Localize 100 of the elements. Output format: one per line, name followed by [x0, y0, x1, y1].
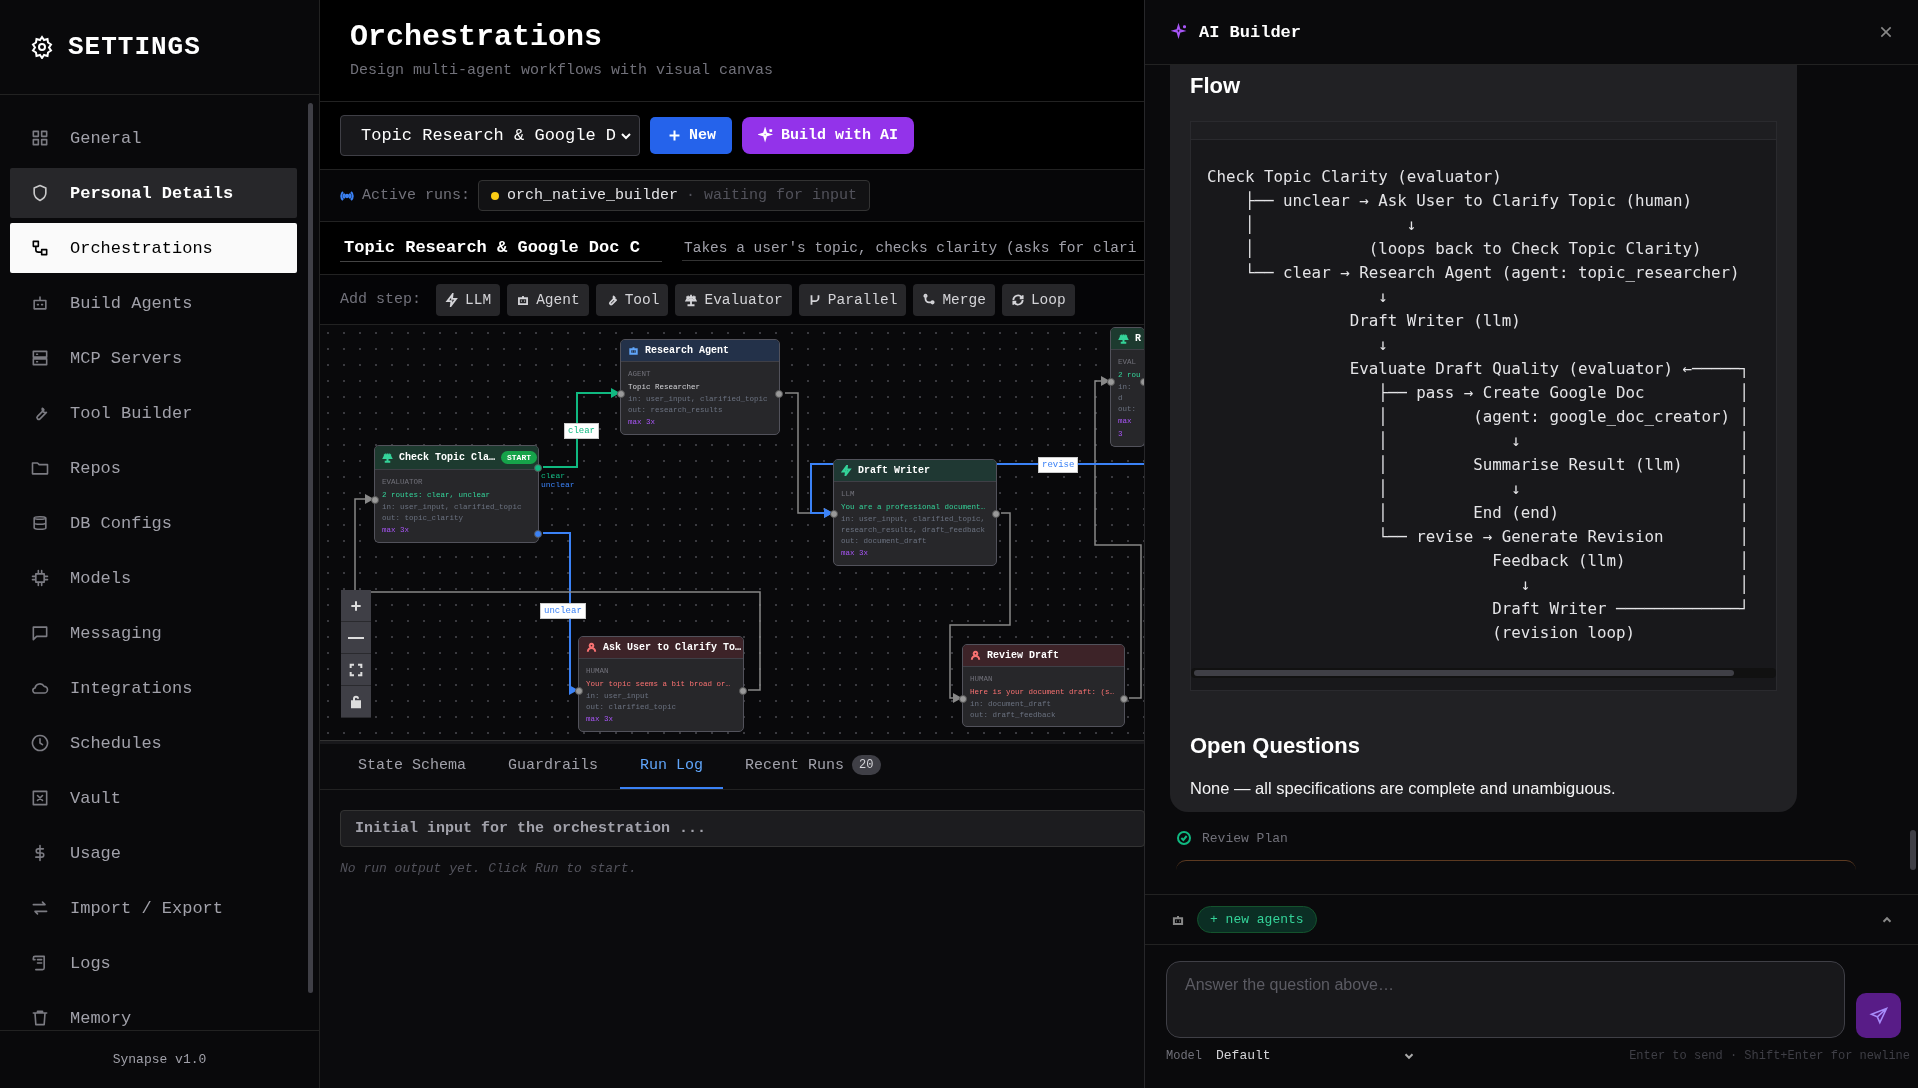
server-icon	[30, 348, 50, 368]
sidebar-item[interactable]: Build Agents	[10, 278, 297, 328]
output-handle[interactable]	[534, 464, 542, 472]
scrollbar[interactable]	[308, 103, 313, 993]
input-handle[interactable]	[830, 510, 838, 518]
flow-line: ├── unclear → Ask User to Clarify Topic (human)	[1244, 190, 1694, 212]
output-handle[interactable]	[1120, 695, 1128, 703]
flow-line: Evaluate Draft Quality (evaluator) ←─────┐	[1348, 358, 1751, 380]
scrollbar[interactable]	[1191, 668, 1776, 678]
output-handle[interactable]	[992, 510, 1000, 518]
input-handle[interactable]	[575, 687, 583, 695]
new-button[interactable]: New	[650, 117, 732, 154]
add-step-button[interactable]: Merge	[913, 283, 995, 316]
add-step-button[interactable]: LLM	[436, 283, 501, 316]
flow-line: Feedback (llm) │	[1491, 550, 1751, 572]
flow-line: ↓	[1377, 334, 1389, 356]
close-icon[interactable]	[1878, 24, 1894, 40]
agent-chip[interactable]: + new agents	[1197, 906, 1317, 933]
sidebar-item[interactable]: Usage	[10, 828, 297, 878]
input-handle[interactable]	[1107, 378, 1115, 386]
output-handle[interactable]	[775, 390, 783, 398]
flow-line: Draft Writer (llm)	[1348, 310, 1522, 332]
empty-message: No run output yet. Click Run to start.	[340, 861, 638, 876]
sidebar-item[interactable]: DB Configs	[10, 498, 297, 548]
route-label: clear	[541, 471, 566, 480]
node-title: Review Draft	[987, 650, 1059, 661]
orchestration-select[interactable]: Topic Research & Google D	[340, 115, 640, 156]
name-field[interactable]: Topic Research & Google Doc C	[340, 234, 662, 262]
arrows-icon	[30, 898, 50, 918]
input-handle[interactable]	[959, 695, 967, 703]
nodes-icon	[30, 238, 50, 258]
edge-label: clear	[564, 423, 599, 439]
shield-icon	[30, 183, 50, 203]
sidebar-item[interactable]: Memory	[10, 993, 297, 1030]
sidebar-item[interactable]: Tool Builder	[10, 388, 297, 438]
start-badge: START	[501, 451, 538, 464]
flow-line: └── revise → Generate Revision │	[1377, 526, 1751, 548]
run-status: · waiting for input	[686, 187, 858, 204]
sidebar-item[interactable]: Models	[10, 553, 297, 603]
sidebar-item[interactable]: MCP Servers	[10, 333, 297, 383]
sidebar-item[interactable]: Schedules	[10, 718, 297, 768]
section-heading: Open Questions	[1190, 732, 1361, 760]
node-title: Check Topic Cla…	[399, 452, 495, 463]
flow-line: ├── pass → Create Google Doc │	[1377, 382, 1751, 404]
flow-line: │ ↓ │	[1377, 430, 1751, 452]
flow-line: │ Summarise Result (llm) │	[1377, 454, 1751, 476]
flow-line: (revision loop)	[1491, 622, 1636, 644]
scrollbar[interactable]	[1910, 830, 1916, 870]
edge-label: revise	[1038, 457, 1079, 473]
sidebar-item[interactable]: General	[10, 113, 297, 163]
box-x-icon	[30, 788, 50, 808]
input-handle[interactable]	[371, 496, 379, 504]
add-step-button[interactable]: Loop	[1001, 283, 1075, 316]
model-select[interactable]: Default	[1216, 1048, 1416, 1063]
sidebar-item[interactable]: Repos	[10, 443, 297, 493]
section-heading: Flow	[1190, 72, 1242, 100]
add-step-button[interactable]: Evaluator	[675, 283, 792, 316]
sidebar-item[interactable]: Orchestrations	[10, 223, 297, 273]
flow-line: │ (loops back to Check Topic Clarity)	[1244, 238, 1703, 260]
flow-line: Check Topic Clarity (evaluator)	[1207, 166, 1503, 188]
sidebar-item[interactable]: Integrations	[10, 663, 297, 713]
count-badge: 20	[852, 755, 881, 775]
run-chip[interactable]: orch_native_builder · waiting for input	[478, 180, 871, 211]
sidebar-item[interactable]: Messaging	[10, 608, 297, 658]
sidebar-item[interactable]: Import / Export	[10, 883, 297, 933]
output-handle[interactable]	[534, 530, 542, 538]
database-icon	[30, 513, 50, 533]
sidebar-item[interactable]: Personal Details	[10, 168, 297, 218]
route-label: unclear	[541, 480, 575, 489]
keyboard-hint: Enter to send · Shift+Enter for newline	[1629, 1048, 1910, 1063]
tab[interactable]: Recent Runs 20	[725, 743, 901, 789]
add-step-button[interactable]: Tool	[595, 283, 669, 316]
add-step-button[interactable]: Agent	[507, 283, 589, 316]
flow-line: Draft Writer ─────────────┘	[1491, 598, 1751, 620]
send-button[interactable]	[1856, 993, 1901, 1038]
input-handle[interactable]	[617, 390, 625, 398]
flow-line: ↓ │	[1519, 574, 1751, 596]
step-label: Review Plan	[1202, 830, 1288, 846]
settings-icon	[30, 35, 54, 59]
sidebar-item[interactable]: Logs	[10, 938, 297, 988]
flow-line: └── clear → Research Agent (agent: topic_researcher)	[1244, 262, 1741, 284]
edge-label: unclear	[540, 603, 586, 619]
flow-line: │ ↓	[1244, 214, 1418, 236]
description-field[interactable]: Takes a user's topic, checks clarity (asks for clari	[682, 235, 1144, 261]
scale-icon	[382, 452, 393, 463]
add-step-button[interactable]: Parallel	[798, 283, 907, 316]
tab[interactable]: State Schema	[338, 743, 487, 789]
output-handle[interactable]	[739, 687, 747, 695]
node-title: R	[1135, 333, 1141, 344]
input-field[interactable]: Initial input for the orchestration ...	[340, 810, 1145, 847]
build-with-ai-button[interactable]: Build with AI	[742, 117, 915, 154]
message-input[interactable]: Answer the question above…	[1166, 961, 1845, 1038]
page-title: Orchestrations	[350, 20, 604, 54]
person-icon	[586, 642, 597, 653]
tab[interactable]: Guardrails	[488, 743, 619, 789]
model-label: Model	[1166, 1048, 1202, 1063]
node-title: Draft Writer	[858, 465, 930, 476]
sidebar-item[interactable]: Vault	[10, 773, 297, 823]
grid-icon	[30, 128, 50, 148]
run-name: orch_native_builder	[507, 187, 679, 204]
